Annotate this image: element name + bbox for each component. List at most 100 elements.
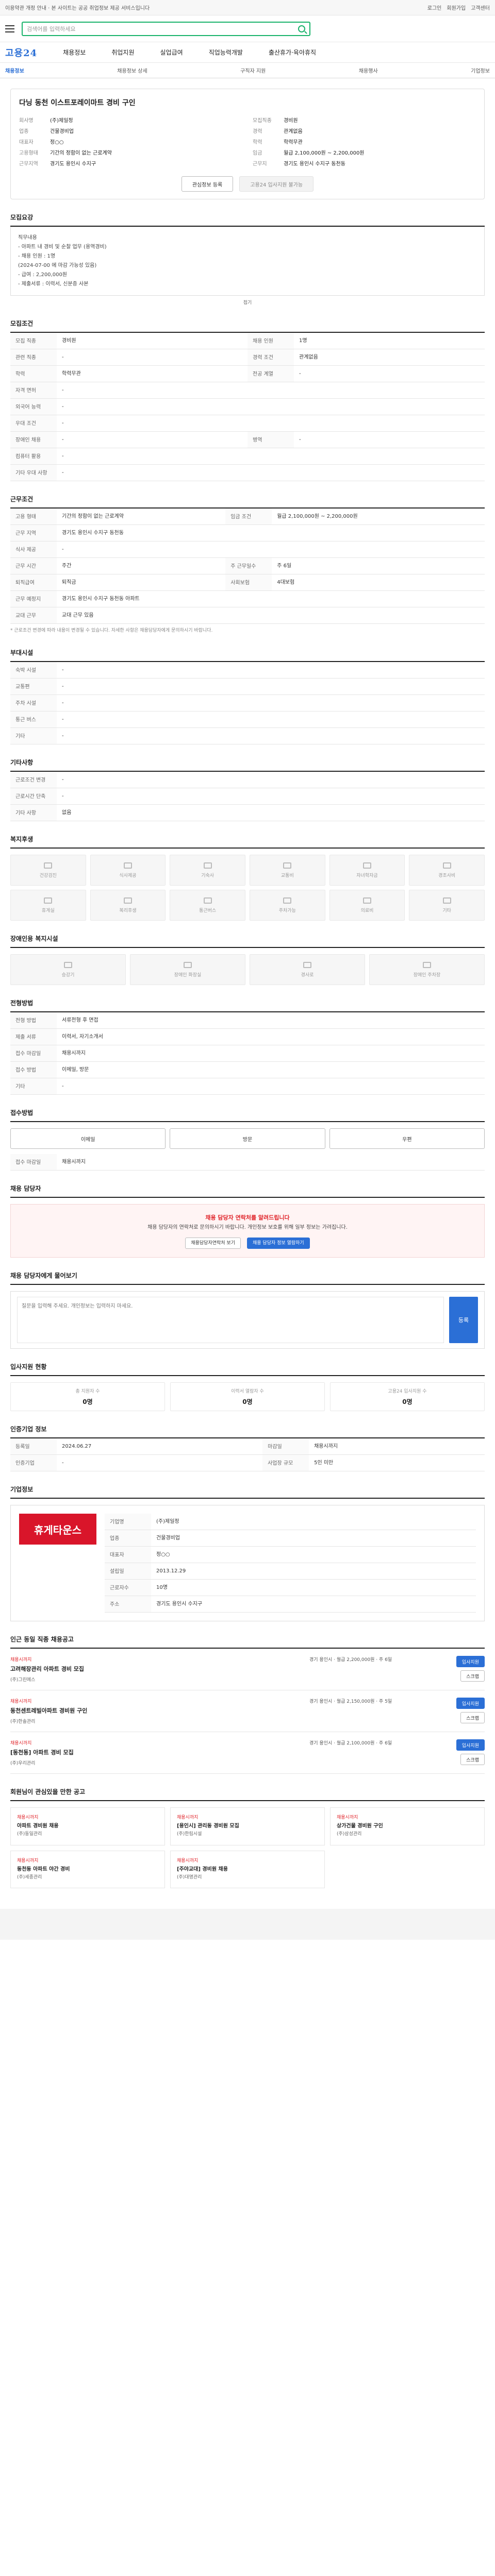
company-section: 기업정보 휴게타운스 기업명 (주)제일정 업종 건물경비업 대표자 정○○ 설립일 2013…	[10, 1485, 485, 1622]
facility-label: 복리후생	[119, 908, 137, 913]
contact-alert-title: 채용 담당자 연락처를 알려드립니다	[205, 1214, 290, 1222]
facility-label: 자녀학자금	[356, 873, 378, 878]
process-section: 전형방법 전형 방법 서류전형 후 면접 제출 서류 이력서, 자기소개서 접수 마감일…	[10, 998, 485, 1095]
job-scrap-button[interactable]: 스크랩	[460, 1754, 485, 1766]
subnav-item-jobs[interactable]: 채용정보	[5, 66, 24, 74]
row-label: 접수 방법	[10, 1061, 57, 1079]
job-row[interactable]: 채용시까지 고려해장관리 아파트 경비 모집 (주)그린에스 경기 용인시 · 월급 …	[10, 1649, 485, 1691]
apply-mail-button[interactable]: 우편	[329, 1128, 485, 1149]
favorite-button[interactable]: 관심정보 등록	[181, 176, 234, 192]
row-label: 우대 조건	[10, 415, 57, 432]
job-apply-button[interactable]: 입사지원	[456, 1739, 485, 1751]
table-row: 기타 -	[10, 727, 485, 745]
recommend-card[interactable]: 채용시까지 [용인시] 관리동 경비원 모집 (주)한림시설	[170, 1807, 325, 1845]
table-row: 교대 근무 교대 근무 있음	[10, 607, 485, 624]
job-apply-button[interactable]: 입사지원	[456, 1698, 485, 1709]
rec-title[interactable]: 동천동 아파트 야간 경비	[17, 1865, 158, 1874]
facility-icon	[123, 862, 132, 869]
rec-title[interactable]: [용인시] 관리동 경비원 모집	[177, 1822, 318, 1831]
main-nav: 고용24 채용정보 취업지원 실업급여 직업능력개발 출산휴가·육아휴직	[0, 42, 495, 63]
facility-grid: 건강검진 식사제공 기숙사 교통비 자녀학자금 경조사비 휴게실 복리후생 통근버스 주차가능 의료…	[10, 855, 485, 921]
facility-item: 복리후생	[90, 890, 166, 921]
facility-label: 교통비	[280, 873, 294, 878]
status-card: 이력서 열람자 수 0명	[170, 1382, 325, 1412]
fold-button[interactable]: 접기	[10, 299, 485, 306]
nav-item-training[interactable]: 직업능력개발	[209, 48, 243, 57]
row-value: -	[57, 541, 485, 558]
apply-disabled-button[interactable]: 고용24 입사지원 불가능	[239, 176, 314, 192]
rec-company: (주)동일관리	[17, 1832, 42, 1837]
login-link[interactable]: 로그인	[427, 4, 442, 11]
section-title: 접수방법	[10, 1109, 34, 1117]
disabled-section: 장애인용 복지시설 승강기 장애인 화장실 경사로 장애인 주차장	[10, 934, 485, 986]
table-row: 컴퓨터 활용 -	[10, 448, 485, 465]
rec-title[interactable]: [주야교대] 경비원 채용	[177, 1865, 318, 1874]
question-submit-button[interactable]: 등록	[449, 1297, 478, 1344]
row-label: 기타	[10, 727, 57, 745]
facility-label: 승강기	[61, 972, 75, 978]
extra-table: 숙박 시설 - 교통편 - 주차 시설 - 통근 버스 - 기타 -	[10, 662, 485, 745]
company-table: 기업명 (주)제일정 업종 건물경비업 대표자 정○○ 설립일 2013.12.29 근로자수 1…	[105, 1514, 476, 1613]
recommend-card[interactable]: 채용시까지 아파트 경비원 채용 (주)동일관리	[10, 1807, 165, 1845]
help-link[interactable]: 고객센터	[471, 4, 490, 11]
subnav-item-company[interactable]: 기업정보	[471, 66, 490, 74]
job-scrap-button[interactable]: 스크랩	[460, 1712, 485, 1724]
row-value: 없음	[57, 804, 485, 822]
recommend-card[interactable]: 채용시까지 동천동 아파트 야간 경비 (주)세종관리	[10, 1850, 165, 1889]
facility-section: 복지후생 건강검진 식사제공 기숙사 교통비 자녀학자금 경조사비 휴게실 복리후생 통근버스 주…	[10, 835, 485, 921]
contact-alert-text: 채용 담당자의 연락처로 문의하시기 바랍니다. 개인정보 보호를 위해 일부 …	[147, 1225, 348, 1231]
job-apply-button[interactable]: 입사지원	[456, 1656, 485, 1668]
nav-item-benefit[interactable]: 실업급여	[160, 48, 183, 57]
recommend-card[interactable]: 채용시까지 상가건물 경비원 구인 (주)삼성관리	[330, 1807, 485, 1845]
nav-item-leave[interactable]: 출산휴가·육아휴직	[269, 48, 316, 57]
row-value: 기간의 정함이 없는 근로계약	[57, 509, 226, 525]
subnav-item-event[interactable]: 채용행사	[359, 66, 378, 74]
row-value: 10명	[151, 1579, 476, 1597]
row-label: 기타	[10, 1078, 57, 1095]
section-title: 기업정보	[10, 1486, 34, 1494]
job-title[interactable]: 동천센트레빌아파트 경비원 구인	[10, 1706, 299, 1715]
row-value: -	[57, 349, 248, 366]
status-card: 총 지원자 수 0명	[10, 1382, 165, 1412]
nav-item-jobs[interactable]: 채용정보	[63, 48, 86, 57]
facility-icon	[362, 897, 371, 904]
search-icon[interactable]	[298, 25, 305, 32]
facility-item: 자녀학자금	[329, 855, 405, 886]
subnav-item-detail[interactable]: 채용정보 상세	[117, 66, 147, 74]
signup-link[interactable]: 회원가입	[447, 4, 466, 11]
subnav-item-seeker[interactable]: 구직자 지원	[240, 66, 266, 74]
job-row[interactable]: 채용시까지 [동천동] 아파트 경비 모집 (주)우리관리 경기 용인시 · 월급 2…	[10, 1732, 485, 1774]
value: (주)제일정	[50, 118, 73, 124]
site-logo[interactable]: 고용24	[5, 46, 37, 59]
row-value: 이력서, 자기소개서	[57, 1028, 485, 1046]
section-title: 모집조건	[10, 320, 34, 327]
job-title[interactable]: [동천동] 아파트 경비 모집	[10, 1748, 299, 1756]
question-input[interactable]	[17, 1297, 444, 1344]
job-row[interactable]: 채용시까지 동천센트레빌아파트 경비원 구인 (주)한솔관리 경기 용인시 · 월급 …	[10, 1690, 485, 1733]
table-row: 외국어 능력 -	[10, 398, 485, 415]
table-row: 통근 버스 -	[10, 711, 485, 728]
table-row: 주차 시설 -	[10, 694, 485, 712]
contact-open-button[interactable]: 채용 담당자 정보 열람하기	[247, 1238, 310, 1249]
rec-title[interactable]: 아파트 경비원 채용	[17, 1822, 158, 1831]
row-label: 대표자	[105, 1546, 151, 1564]
row-value: 월급 2,100,000원 ~ 2,200,000원	[272, 509, 485, 525]
contact-view-button[interactable]: 채용담당자연락처 보기	[185, 1238, 241, 1249]
job-scrap-label: 스크랩	[466, 1757, 479, 1763]
table-row: 기타 우대 사항 -	[10, 464, 485, 481]
job-title[interactable]: 고려해장관리 아파트 경비 모집	[10, 1665, 299, 1673]
recommend-card[interactable]: 채용시까지 [주야교대] 경비원 채용 (주)대명관리	[170, 1850, 325, 1889]
menu-icon[interactable]	[5, 25, 14, 32]
row-label: 임금 조건	[225, 509, 272, 525]
row-label: 교대 근무	[10, 607, 57, 624]
facility-item: 경조사비	[409, 855, 485, 886]
row-label: 통근 버스	[10, 711, 57, 728]
apply-visit-button[interactable]: 방문	[170, 1128, 325, 1149]
facility-icon	[203, 897, 212, 904]
job-scrap-button[interactable]: 스크랩	[460, 1670, 485, 1682]
rec-title[interactable]: 상가건물 경비원 구인	[337, 1822, 478, 1831]
search-input[interactable]: 검색어를 입력하세요	[22, 21, 310, 36]
row-label: 퇴직급여	[10, 574, 57, 591]
apply-email-button[interactable]: 이메일	[10, 1128, 166, 1149]
nav-item-support[interactable]: 취업지원	[111, 48, 134, 57]
